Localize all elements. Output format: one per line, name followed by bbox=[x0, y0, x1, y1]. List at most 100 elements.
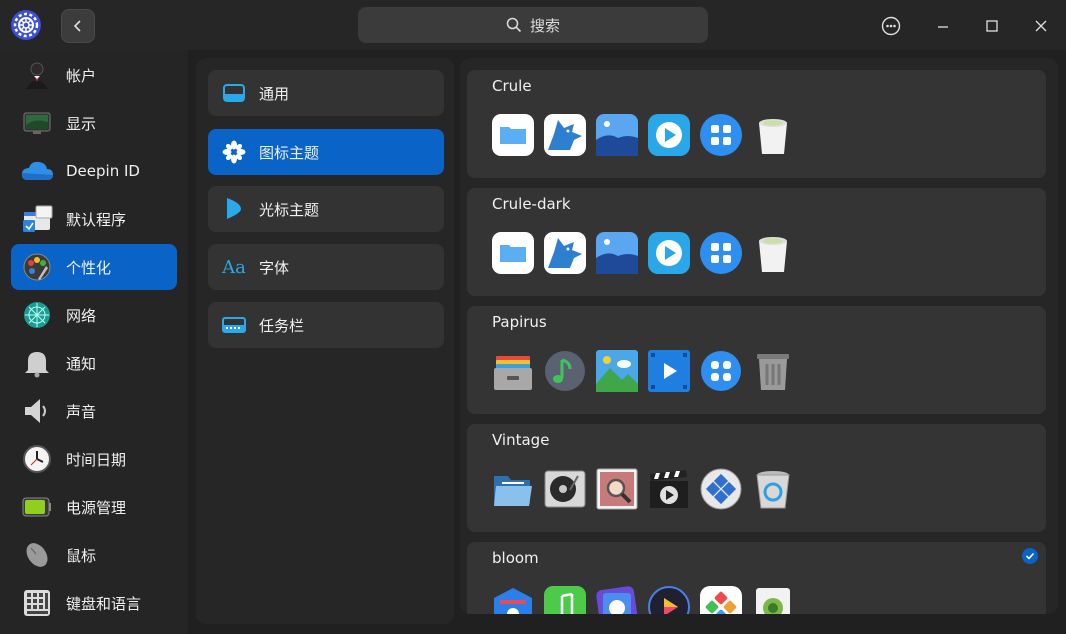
music-player-icon bbox=[544, 470, 586, 508]
nav-label: 个性化 bbox=[66, 258, 112, 277]
close-button[interactable] bbox=[1024, 9, 1058, 43]
nav-item-mouse[interactable]: 鼠标 bbox=[11, 532, 177, 578]
speaker-icon bbox=[20, 394, 54, 428]
theme-name: Crule-dark bbox=[492, 195, 571, 213]
maximize-button[interactable] bbox=[975, 9, 1009, 43]
image-viewer-icon bbox=[596, 586, 638, 614]
submenu-taskbar[interactable]: 任务栏 bbox=[208, 302, 444, 348]
submenu-font[interactable]: Aa 字体 bbox=[208, 244, 444, 290]
app-store-icon bbox=[700, 232, 742, 274]
folder-icon bbox=[492, 114, 534, 156]
nav-label: 时间日期 bbox=[66, 450, 127, 469]
back-button[interactable] bbox=[61, 9, 95, 43]
image-viewer-icon bbox=[596, 114, 638, 156]
personalization-submenu: 通用 图标主题 光标主题 Aa 字体 任务栏 bbox=[196, 58, 454, 624]
trash-icon bbox=[756, 588, 790, 614]
nav-item-datetime[interactable]: 时间日期 bbox=[11, 436, 177, 482]
nav-label: 网络 bbox=[66, 306, 97, 325]
nav-item-sound[interactable]: 声音 bbox=[11, 388, 177, 434]
video-player-icon bbox=[648, 232, 690, 274]
nav-label: 通知 bbox=[66, 354, 97, 373]
nav-item-default-apps[interactable]: 默认程序 bbox=[11, 196, 177, 242]
cursor-theme-icon bbox=[222, 197, 246, 221]
taskbar-icon bbox=[222, 313, 246, 337]
theme-card-papirus[interactable]: Papirus bbox=[467, 306, 1046, 414]
icon-theme-icon bbox=[222, 140, 246, 164]
folder-icon bbox=[494, 476, 532, 506]
nav-item-power[interactable]: 电源管理 bbox=[11, 484, 177, 530]
theme-card-crule-dark[interactable]: Crule-dark bbox=[467, 188, 1046, 296]
mouse-icon bbox=[20, 538, 54, 572]
nav-label: 鼠标 bbox=[66, 546, 97, 565]
app-store-icon bbox=[700, 586, 742, 614]
account-icon bbox=[20, 58, 54, 92]
close-icon bbox=[1035, 20, 1047, 32]
trash-icon bbox=[759, 119, 787, 154]
nav-item-display[interactable]: 显示 bbox=[11, 100, 177, 146]
image-viewer-icon bbox=[596, 350, 638, 392]
nav-item-deepin-id[interactable]: Deepin ID bbox=[11, 148, 177, 194]
theme-preview bbox=[492, 468, 794, 510]
title-bar: 搜索 bbox=[0, 0, 1066, 50]
submenu-label: 光标主题 bbox=[259, 200, 320, 219]
wolf-icon bbox=[544, 114, 586, 156]
theme-name: Papirus bbox=[492, 313, 547, 331]
selected-check-icon bbox=[1022, 548, 1038, 564]
cloud-icon bbox=[20, 154, 54, 188]
folder-icon bbox=[492, 232, 534, 274]
video-player-icon bbox=[648, 114, 690, 156]
icon-theme-list: Crule Crule-dark Papirus Vintage bloom bbox=[460, 58, 1058, 614]
app-store-icon bbox=[701, 351, 741, 391]
search-input[interactable]: 搜索 bbox=[358, 7, 708, 43]
submenu-label: 图标主题 bbox=[259, 143, 320, 162]
network-icon bbox=[20, 298, 54, 332]
nav-label: 声音 bbox=[66, 402, 97, 421]
file-cabinet-icon bbox=[494, 356, 532, 390]
nav-item-keyboard[interactable]: 键盘和语言 bbox=[11, 580, 177, 626]
clock-icon bbox=[20, 442, 54, 476]
keyboard-icon bbox=[20, 586, 54, 620]
theme-name: bloom bbox=[492, 549, 539, 567]
submenu-general[interactable]: 通用 bbox=[208, 70, 444, 116]
submenu-label: 字体 bbox=[259, 258, 290, 277]
more-options-button[interactable] bbox=[874, 9, 908, 43]
app-store-icon bbox=[700, 468, 742, 510]
search-placeholder: 搜索 bbox=[529, 16, 560, 35]
submenu-cursor-theme[interactable]: 光标主题 bbox=[208, 186, 444, 232]
submenu-label: 任务栏 bbox=[259, 316, 305, 335]
search-icon bbox=[506, 17, 522, 33]
nav-label: 键盘和语言 bbox=[66, 594, 142, 613]
personalization-icon bbox=[20, 250, 54, 284]
maximize-icon bbox=[986, 20, 998, 32]
clapperboard-icon bbox=[650, 470, 688, 508]
theme-card-bloom[interactable]: bloom bbox=[467, 542, 1046, 614]
file-manager-icon bbox=[494, 588, 532, 614]
nav-item-notification[interactable]: 通知 bbox=[11, 340, 177, 386]
battery-icon bbox=[20, 490, 54, 524]
image-viewer-icon bbox=[596, 232, 638, 274]
main-navigation: 帐户 显示 Deepin ID 默认程序 个性化 网络 通知 声音 时间日期 电… bbox=[0, 50, 188, 634]
minimize-icon bbox=[938, 26, 948, 28]
theme-preview bbox=[492, 232, 794, 274]
settings-gear-icon[interactable] bbox=[10, 9, 42, 41]
nav-label: 帐户 bbox=[66, 66, 97, 85]
default-apps-icon bbox=[20, 202, 54, 236]
trash-icon bbox=[759, 237, 787, 272]
minimize-button[interactable] bbox=[926, 9, 960, 43]
wolf-icon bbox=[544, 232, 586, 274]
nav-label: Deepin ID bbox=[66, 162, 140, 180]
submenu-icon-theme[interactable]: 图标主题 bbox=[208, 129, 444, 175]
nav-label: 显示 bbox=[66, 114, 97, 133]
nav-item-network[interactable]: 网络 bbox=[11, 292, 177, 338]
video-player-icon bbox=[648, 586, 690, 614]
theme-card-vintage[interactable]: Vintage bbox=[467, 424, 1046, 532]
theme-name: Vintage bbox=[492, 431, 550, 449]
more-icon bbox=[881, 16, 901, 36]
nav-label: 默认程序 bbox=[66, 210, 127, 229]
theme-card-crule[interactable]: Crule bbox=[467, 70, 1046, 178]
nav-label: 电源管理 bbox=[66, 498, 127, 517]
nav-item-account[interactable]: 帐户 bbox=[11, 52, 177, 98]
music-icon bbox=[544, 586, 586, 614]
video-player-icon bbox=[648, 350, 690, 392]
nav-item-personalization[interactable]: 个性化 bbox=[11, 244, 177, 290]
